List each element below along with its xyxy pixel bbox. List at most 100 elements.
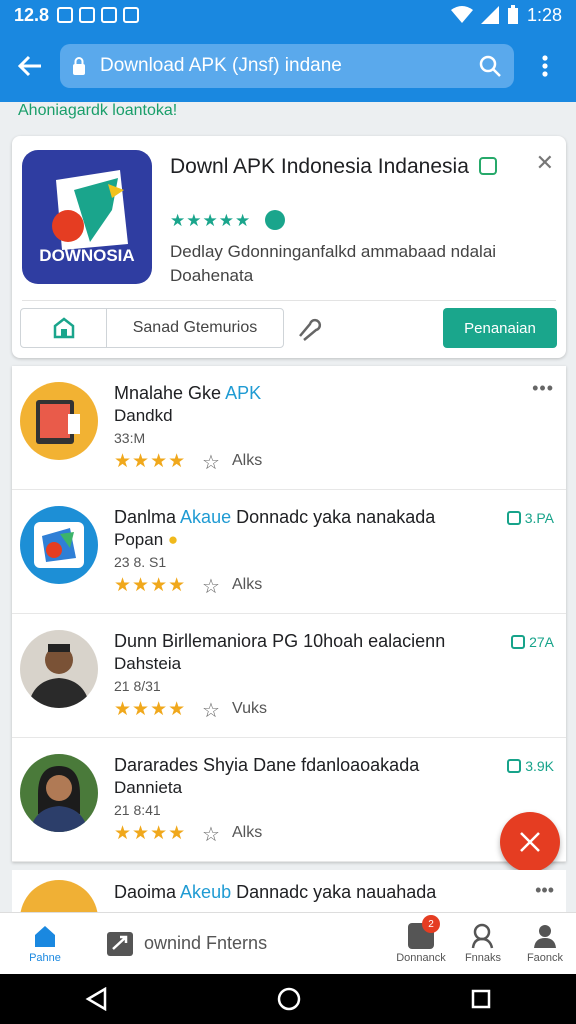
app-logo: DOWNOSIA — [22, 150, 152, 284]
profile-icon — [534, 925, 556, 948]
lock-icon — [73, 57, 85, 75]
app-name-text: Daoima — [114, 882, 181, 902]
list-item[interactable]: Mnalahe Gke APK Dandkd 33:M ★★★★ ☆ Alks … — [12, 366, 566, 490]
list-item[interactable]: Danlma Akaue Donnadc yaka nanakada Popan… — [12, 490, 566, 614]
featured-app-card[interactable]: DOWNOSIA Downl APK Indonesia Indanesia ★… — [12, 136, 566, 358]
download-icon — [507, 759, 522, 773]
nav-home-label: Pahne — [29, 952, 61, 964]
app-name-text: Dannadc yaka nauahada — [231, 882, 437, 902]
breadcrumb[interactable]: Ahoniagardk loantoka! — [18, 102, 177, 120]
app-notification-icon — [79, 7, 96, 23]
nav-profile-label: Faonck — [526, 952, 564, 964]
app-notification-icon — [57, 7, 74, 23]
app-name: Mnalahe Gke APK — [114, 380, 494, 406]
search-bar[interactable]: Download APK (Jnsf) indane — [60, 44, 514, 88]
back-button[interactable] — [0, 30, 60, 102]
app-rating: ★★★★★ — [170, 210, 285, 231]
more-vert-icon — [542, 55, 548, 77]
rating-stars: ★★★★ — [114, 699, 187, 720]
signal-icon — [480, 6, 499, 24]
more-options-button[interactable]: ••• — [535, 880, 554, 901]
download-count-text: 3.9K — [525, 758, 554, 774]
editor-badge-icon — [264, 210, 285, 230]
tablet-icon — [36, 400, 80, 444]
nav-updates[interactable]: 2 Donnanck — [390, 913, 452, 974]
download-icon — [511, 635, 526, 649]
nav-profile[interactable]: Faonck — [514, 913, 576, 974]
back-triangle-icon[interactable] — [85, 987, 107, 1011]
person-avatar-icon — [28, 644, 90, 708]
app-icon — [20, 754, 98, 832]
close-fab-button[interactable] — [500, 812, 560, 872]
list-item[interactable]: Dararades Shyia Dane fdanloaoakada Danni… — [12, 738, 566, 862]
developer-name: Dannieta — [114, 778, 183, 797]
nav-home[interactable]: Pahne — [0, 913, 90, 974]
rating-label: Alks — [232, 576, 263, 593]
app-name-text: Donnadc yaka nanakada — [231, 507, 436, 527]
rating-stars: ★★★★★ — [170, 211, 252, 230]
search-icon[interactable] — [478, 54, 502, 78]
status-bar: 12.8 1:28 — [0, 0, 576, 30]
nav-updates-label: Donnanck — [396, 952, 446, 964]
recents-square-icon[interactable] — [471, 989, 491, 1009]
nav-downloads[interactable]: ownind Fnterns — [90, 913, 390, 974]
rating-label: Alks — [232, 824, 263, 841]
app-name-highlight: Akeub — [180, 882, 232, 902]
developer-name: Popan ● — [114, 530, 178, 550]
app-name: Daoima Akeub Dannadc yaka nauahada — [114, 882, 436, 903]
search-query[interactable]: Download APK (Jnsf) indane — [100, 55, 478, 77]
app-name: Dararades Shyia Dane fdanloaoakada — [114, 755, 420, 775]
list-item[interactable]: Dunn Birllemaniora PG 10hoah ealacienn D… — [12, 614, 566, 738]
system-navigation-bar — [0, 974, 576, 1024]
star-outline-icon[interactable]: ☆ — [202, 574, 220, 599]
store-button[interactable] — [21, 309, 107, 347]
action-segment: Sanad Gtemurios — [20, 308, 284, 348]
home-icon — [35, 926, 55, 947]
install-button[interactable]: Penanaian — [443, 308, 557, 348]
home-circle-icon[interactable] — [277, 987, 301, 1011]
app-name-highlight: APK — [225, 383, 262, 403]
app-title-text: Downl APK Indonesia Indanesia — [170, 155, 469, 178]
download-count[interactable]: 3.PA — [506, 510, 554, 526]
more-options-button[interactable]: ••• — [532, 378, 554, 399]
rating-stars: ★★★★ — [114, 451, 187, 472]
app-name-text: Danlma — [114, 507, 181, 527]
developer-name: Dandkd — [114, 406, 173, 425]
divider — [22, 300, 556, 301]
person-search-icon — [471, 923, 494, 949]
rating-stars: ★★★★ — [114, 575, 187, 596]
app-name-highlight: Akaue — [180, 507, 232, 527]
nav-search-label: Fnnaks — [464, 952, 502, 964]
app-notification-icon — [101, 7, 118, 23]
star-outline-icon[interactable]: ☆ — [202, 450, 220, 475]
star-outline-icon[interactable]: ☆ — [202, 822, 220, 847]
download-count-text: 27A — [529, 634, 554, 650]
close-button[interactable]: ✕ — [536, 150, 554, 176]
rating-label: Vuks — [232, 700, 267, 717]
rating-label: Alks — [232, 452, 263, 469]
app-notification-icon — [123, 7, 140, 23]
battery-icon — [507, 5, 518, 24]
overflow-menu-button[interactable] — [514, 55, 576, 77]
wishlist-icon[interactable] — [294, 314, 322, 342]
nav-downloads-label: ownind Fnterns — [144, 933, 268, 953]
list-item[interactable]: Daoima Akeub Dannadc yaka nauahada ••• — [12, 870, 566, 958]
app-size: 23 8. S1 — [114, 554, 167, 570]
notification-icons — [57, 7, 140, 23]
rating-stars: ★★★★ — [114, 823, 187, 844]
download-count[interactable]: 3.9K — [507, 758, 554, 774]
close-icon — [520, 832, 540, 852]
star-outline-icon[interactable]: ☆ — [202, 698, 220, 723]
download-count-text: 3.PA — [524, 510, 554, 526]
nav-search[interactable]: Fnnaks — [452, 913, 514, 974]
bottom-navigation: Pahne ownind Fnterns 2 Donnanck Fnnaks F… — [0, 912, 576, 974]
download-count[interactable]: 27A — [511, 634, 554, 650]
app-description: Dedlay Gdonninganfalkd ammabaad ndalai D… — [170, 242, 497, 285]
developer-name: Dahsteia — [114, 654, 182, 673]
verified-icon — [478, 157, 497, 175]
notification-badge: 2 — [422, 915, 440, 933]
secondary-action-button[interactable]: Sanad Gtemurios — [107, 309, 283, 347]
app-name: Dunn Birllemaniora PG 10hoah ealacienn — [114, 631, 446, 651]
status-time-left: 12.8 — [14, 4, 50, 25]
app-title: Downl APK Indonesia Indanesia — [170, 152, 530, 181]
